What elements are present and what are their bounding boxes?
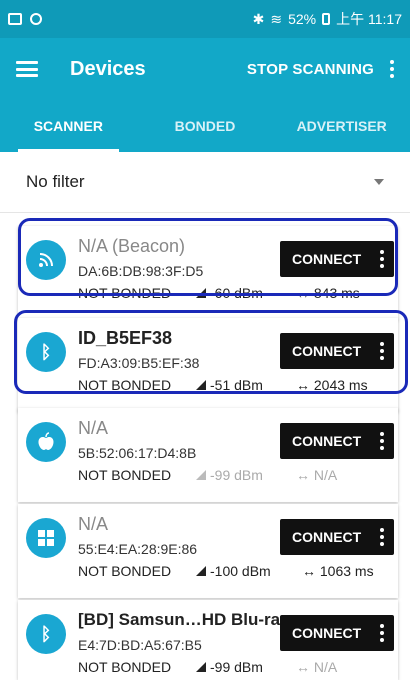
rssi-value: -100 dBm: [210, 563, 271, 579]
gallery-icon: [8, 13, 22, 25]
interval: ↔ N/A: [296, 467, 338, 483]
page-title: Devices: [70, 57, 146, 80]
rssi: -100 dBm: [196, 563, 271, 579]
connect-button[interactable]: CONNECT: [280, 519, 394, 555]
bond-status: NOT BONDED: [78, 659, 172, 675]
status-left: [8, 13, 42, 25]
device-address: 5B:52:06:17:D4:8B: [78, 445, 197, 461]
rssi: -99 dBm: [196, 467, 263, 483]
status-bar: ✱ ≋ 52% 上午 11:17: [0, 0, 410, 38]
tab-advertiser[interactable]: ADVERTISER: [273, 100, 410, 152]
connect-label: CONNECT: [292, 625, 362, 641]
device-address: E4:7D:BD:A5:67:B5: [78, 637, 202, 653]
divider: [0, 212, 410, 213]
device-name: N/A: [78, 514, 109, 534]
tab-scanner[interactable]: SCANNER: [0, 100, 137, 152]
connect-label: CONNECT: [292, 433, 362, 449]
bluetooth-icon: ᛒ: [26, 614, 66, 654]
battery-icon: [322, 13, 331, 25]
signal-icon: [196, 566, 206, 576]
device-card[interactable]: ᛒ [BD] Samsun…HD Blu-ray E4:7D:BD:A5:67:…: [18, 600, 398, 680]
device-menu-icon[interactable]: [380, 528, 384, 546]
apple-icon: [26, 422, 66, 462]
highlight-box: [18, 218, 398, 296]
device-name: N/A: [78, 418, 109, 438]
vr-icon: [30, 13, 42, 25]
tab-bar: SCANNER BONDED ADVERTISER: [0, 100, 410, 152]
connect-button[interactable]: CONNECT: [280, 615, 394, 651]
app-bar: Devices STOP SCANNING: [0, 38, 410, 100]
status-right: ✱ ≋ 52% 上午 11:17: [253, 9, 402, 29]
battery-percent: 52%: [288, 11, 317, 27]
rssi-value: -99 dBm: [210, 467, 263, 483]
device-address: 55:E4:EA:28:9E:86: [78, 541, 198, 557]
bluetooth-status-icon: ✱: [252, 10, 265, 27]
stop-scanning-button[interactable]: STOP SCANNING: [247, 61, 374, 78]
interval: ↔ N/A: [296, 659, 338, 675]
device-name: [BD] Samsun…HD Blu-ray: [78, 610, 290, 629]
filter-dropdown[interactable]: No filter: [0, 152, 410, 212]
device-card[interactable]: N/A 5B:52:06:17:D4:8B NOT BONDED -99 dBm…: [18, 408, 398, 502]
rssi: -99 dBm: [196, 659, 263, 675]
device-card[interactable]: N/A 55:E4:EA:28:9E:86 NOT BONDED -100 dB…: [18, 504, 398, 598]
rssi-value: -99 dBm: [210, 659, 263, 675]
interval: ↔ 1063 ms: [302, 563, 374, 579]
device-menu-icon[interactable]: [380, 432, 384, 450]
chevron-down-icon: [374, 179, 384, 185]
connect-button[interactable]: CONNECT: [280, 423, 394, 459]
windows-icon: [26, 518, 66, 558]
menu-icon[interactable]: [16, 61, 38, 77]
device-menu-icon[interactable]: [380, 624, 384, 642]
bond-status: NOT BONDED: [78, 467, 172, 483]
signal-icon: [196, 662, 206, 672]
connect-label: CONNECT: [292, 529, 362, 545]
bond-status: NOT BONDED: [78, 563, 172, 579]
overflow-menu-icon[interactable]: [390, 60, 394, 78]
highlight-box: [14, 310, 408, 394]
filter-label: No filter: [26, 172, 85, 191]
status-time: 上午 11:17: [336, 11, 402, 27]
tab-bonded[interactable]: BONDED: [137, 100, 274, 152]
signal-icon: [196, 470, 206, 480]
wifi-status-icon: ≋: [270, 10, 283, 27]
